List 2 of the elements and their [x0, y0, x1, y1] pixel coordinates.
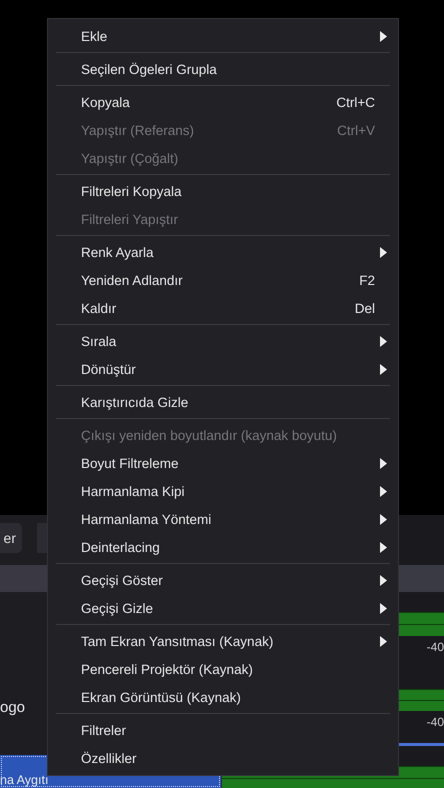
meter-scale-label: -40 — [426, 714, 444, 730]
meter-scale-label: -40 — [426, 639, 444, 654]
